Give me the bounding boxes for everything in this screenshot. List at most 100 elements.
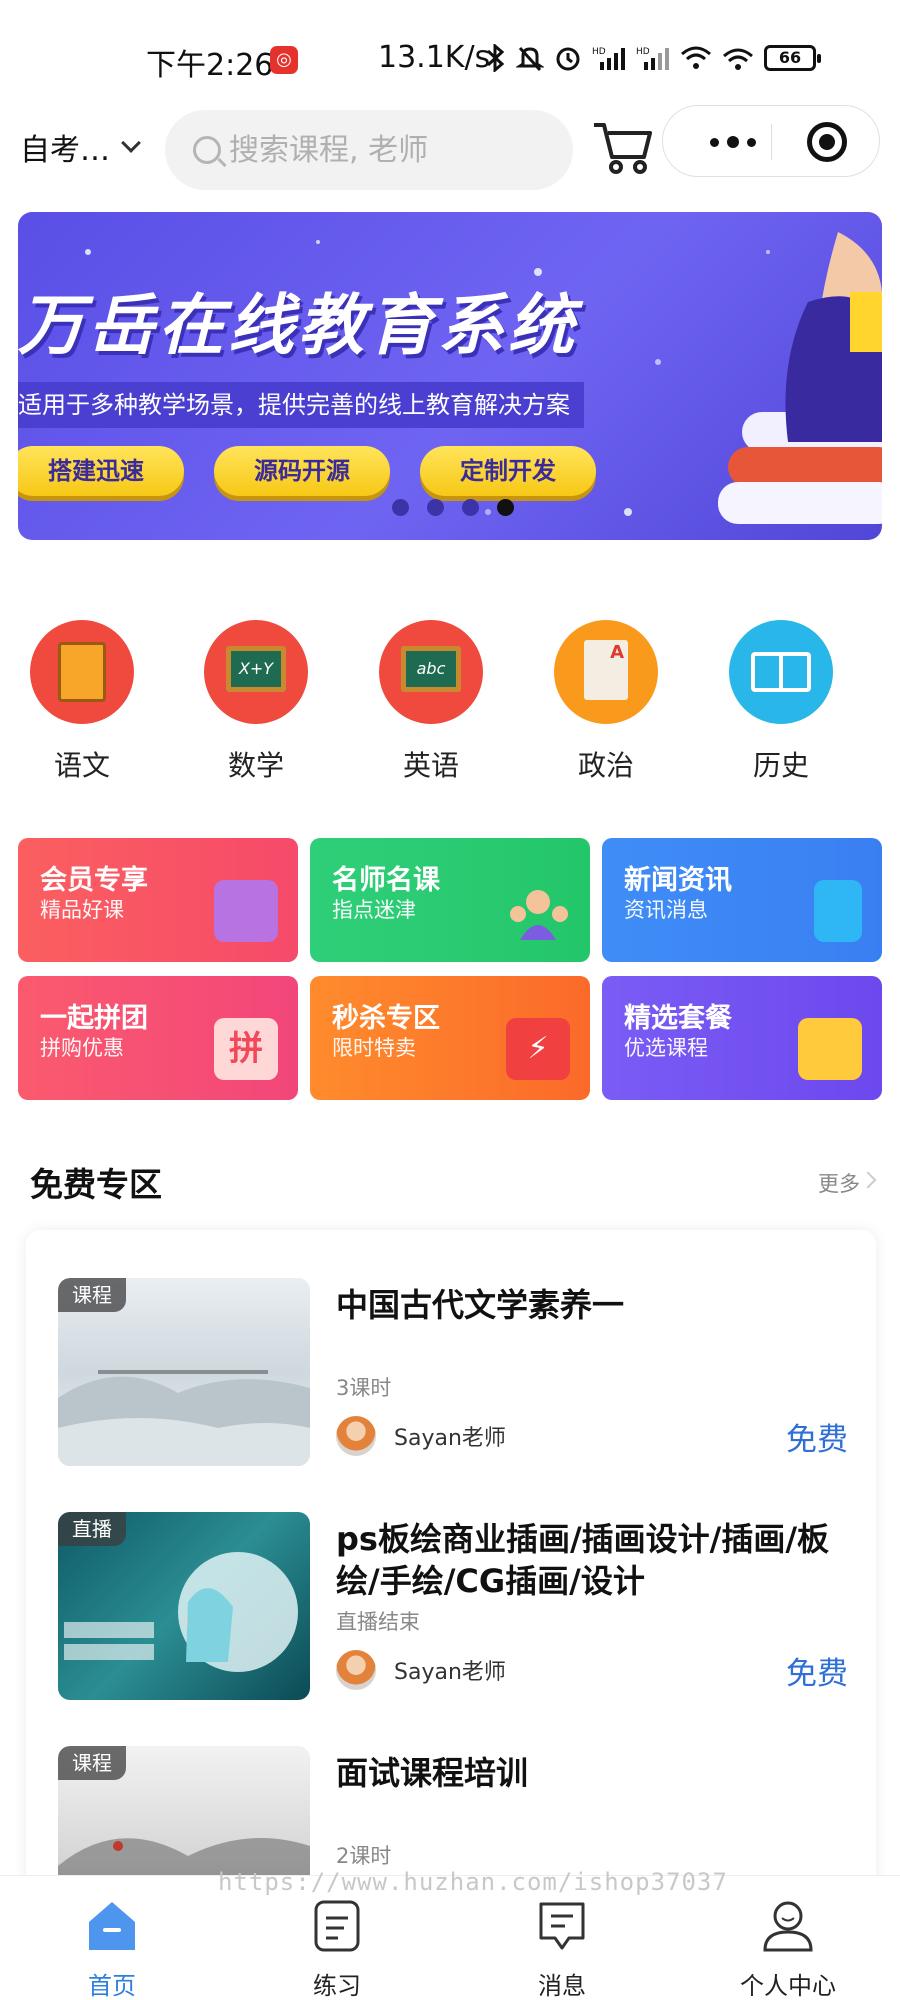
alarm-icon <box>556 47 580 71</box>
top-header: 自考… <box>0 105 900 190</box>
card-teachers[interactable]: 名师名课 指点迷津 <box>310 838 590 962</box>
category-label: 历史 <box>752 749 809 782</box>
category-label: 政治 <box>577 749 634 782</box>
card-subtitle: 拼购优惠 <box>40 1036 124 1060</box>
package-icon <box>798 1018 862 1080</box>
network-speed: 13.1K/s <box>378 40 491 75</box>
card-subtitle: 优选课程 <box>624 1036 708 1060</box>
course-meta: 3课时 <box>336 1376 392 1400</box>
carousel-indicator[interactable] <box>392 499 514 516</box>
course-thumbnail: 课程 <box>58 1278 310 1466</box>
card-title: 新闻资讯 <box>624 865 732 896</box>
status-bar: 下午2:26 ◎ 13.1K/s HD HD 66 <box>0 0 900 100</box>
course-item[interactable]: 课程 中国古代文学素养一 3课时 Sayan老师 免费 <box>58 1274 848 1466</box>
group-buy-icon: 拼 <box>214 1018 278 1080</box>
card-subtitle: 资讯消息 <box>624 898 708 922</box>
card-subtitle: 精品好课 <box>40 898 124 922</box>
mute-icon <box>516 46 544 72</box>
banner-title: 万岳在线教育系统 <box>18 287 578 364</box>
tab-home[interactable]: 首页 <box>52 1898 172 2000</box>
category-math[interactable]: X+Y 数学 <box>186 620 326 784</box>
course-thumbnail: 直播 <box>58 1512 310 1700</box>
cart-icon[interactable] <box>590 117 654 177</box>
bluetooth-icon <box>486 44 505 72</box>
card-subtitle: 限时特卖 <box>332 1036 416 1060</box>
chalkboard-icon: X+Y <box>204 620 308 724</box>
card-vip[interactable]: 会员专享 精品好课 <box>18 838 298 962</box>
category-politics[interactable]: 政治 <box>536 620 676 784</box>
mini-program-capsule <box>662 105 880 177</box>
category-english[interactable]: abc 英语 <box>361 620 501 784</box>
search-bar[interactable] <box>165 110 573 190</box>
card-package[interactable]: 精选套餐 优选课程 <box>602 976 882 1100</box>
category-history[interactable]: 历史 <box>711 620 851 784</box>
promo-banner[interactable]: 万岳在线教育系统 适用于多种教学场景，提供完善的线上教育解决方案 搭建迅速 源码… <box>18 212 882 540</box>
svg-text:HD: HD <box>636 47 650 57</box>
news-icon <box>814 880 862 942</box>
course-item[interactable]: 直播 ps板绘商业插画/插画设计/插画/板绘/手绘/CG插画/设计 直播结束 S… <box>58 1508 848 1700</box>
card-title: 名师名课 <box>332 865 440 896</box>
course-teacher: Sayan老师 <box>336 1416 506 1456</box>
category-label: 数学 <box>227 749 284 782</box>
category-chinese[interactable]: 语文 <box>12 620 152 784</box>
tab-label: 个人中心 <box>740 1972 836 2000</box>
card-flash-sale[interactable]: 秒杀专区 限时特卖 ⚡ <box>310 976 590 1100</box>
course-price: 免费 <box>786 1656 848 1692</box>
more-link[interactable]: 更多 <box>818 1168 860 1198</box>
course-title: ps板绘商业插画/插画设计/插画/板绘/手绘/CG插画/设计 <box>336 1520 830 1600</box>
carousel-dot[interactable] <box>392 499 409 516</box>
battery-icon: 66 <box>764 45 821 71</box>
tab-profile[interactable]: 个人中心 <box>728 1898 848 2000</box>
watermark-text: https://www.huzhan.com/ishop37037 <box>218 1868 728 1896</box>
flash-sale-icon: ⚡ <box>506 1018 570 1080</box>
more-options-button[interactable] <box>693 124 773 160</box>
course-title: 中国古代文学素养一 <box>336 1286 625 1324</box>
teachers-icon <box>506 880 570 942</box>
course-badge: 课程 <box>58 1746 126 1780</box>
signal-icon: HD <box>592 47 625 70</box>
app-page: 下午2:26 ◎ 13.1K/s HD HD 66 自考… 搜索课程, 老师 万… <box>0 0 900 2000</box>
signal-icon: HD <box>636 47 669 70</box>
banner-tag: 搭建迅速 <box>18 446 184 496</box>
banner-tag: 源码开源 <box>214 446 390 496</box>
course-meta: 2课时 <box>336 1844 392 1868</box>
region-selector[interactable]: 自考… <box>20 125 141 169</box>
chevron-right-icon <box>859 1171 877 1189</box>
carousel-dot[interactable] <box>462 499 479 516</box>
course-badge: 课程 <box>58 1278 126 1312</box>
card-news[interactable]: 新闻资讯 资讯消息 <box>602 838 882 962</box>
card-group-buy[interactable]: 一起拼团 拼购优惠 拼 <box>18 976 298 1100</box>
app-notification-icon: ◎ <box>270 46 298 74</box>
chevron-down-icon <box>121 133 141 153</box>
course-price: 免费 <box>786 1422 848 1458</box>
region-label: 自考… <box>20 133 110 168</box>
document-icon <box>554 620 658 724</box>
tab-practice[interactable]: 练习 <box>277 1898 397 2000</box>
search-input[interactable] <box>229 132 549 168</box>
capsule-divider <box>771 124 772 160</box>
tab-label: 消息 <box>538 1972 586 2000</box>
category-label: 语文 <box>53 749 110 782</box>
section-title: 免费专区 <box>30 1165 162 1204</box>
card-title: 秒杀专区 <box>332 1003 440 1034</box>
avatar <box>336 1416 376 1456</box>
avatar <box>336 1650 376 1690</box>
course-meta: 直播结束 <box>336 1610 420 1634</box>
carousel-dot[interactable] <box>427 499 444 516</box>
wifi-icon <box>681 46 711 69</box>
banner-subtitle: 适用于多种教学场景，提供完善的线上教育解决方案 <box>18 382 584 428</box>
hotspot-icon <box>723 48 753 70</box>
card-subtitle: 指点迷津 <box>332 898 416 922</box>
home-icon <box>89 1902 135 1950</box>
carousel-dot-active[interactable] <box>497 499 514 516</box>
tab-label: 练习 <box>313 1972 361 2000</box>
tab-label: 首页 <box>88 1972 136 2000</box>
status-time: 下午2:26 <box>146 48 274 83</box>
close-mini-program-button[interactable] <box>807 122 847 162</box>
svg-text:HD: HD <box>592 47 606 57</box>
card-title: 会员专享 <box>40 865 148 896</box>
course-teacher: Sayan老师 <box>336 1650 506 1690</box>
search-icon <box>193 136 221 164</box>
tab-messages[interactable]: 消息 <box>502 1898 622 2000</box>
category-row: 语文 X+Y 数学 abc 英语 政治 历史 <box>0 620 900 790</box>
